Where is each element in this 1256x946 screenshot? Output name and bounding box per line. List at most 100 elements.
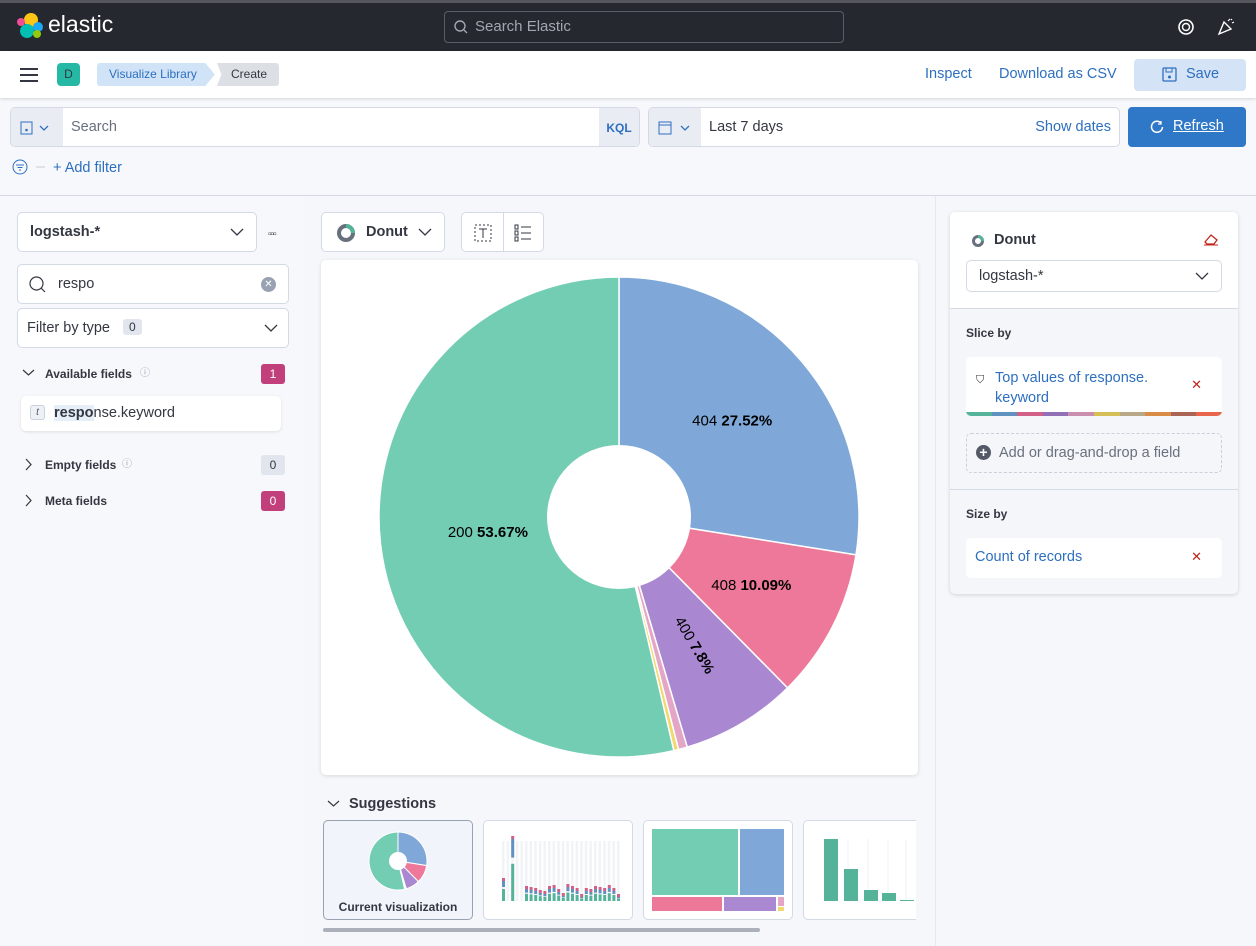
filter-count: 0 (123, 319, 142, 335)
empty-fields-toggle[interactable]: Empty fields ⓘ 0 (22, 455, 285, 475)
size-by-dimension[interactable]: Count of records ✕ (966, 538, 1222, 578)
suggestion-bar-stacked[interactable] (483, 820, 633, 920)
toolbar-group (461, 212, 544, 252)
slice-label: 200 53.67% (448, 524, 528, 541)
kql-toggle[interactable]: KQL (599, 108, 639, 146)
bar (598, 894, 602, 901)
bar (561, 896, 565, 898)
bar (598, 887, 602, 890)
field-item-response-keyword[interactable]: t response.keyword (21, 396, 281, 431)
add-field-dropzone[interactable]: + Add or drag-and-drop a field (966, 433, 1222, 473)
refresh-button[interactable]: Refresh (1128, 107, 1246, 147)
bar (580, 897, 584, 899)
treemap-cell (724, 897, 776, 911)
more-options-icon[interactable]: ▫▫▫ (268, 229, 277, 240)
global-search-input[interactable]: Search Elastic (444, 11, 844, 43)
suggestion-bar[interactable] (803, 820, 916, 920)
suggestion-current[interactable]: Current visualization (323, 820, 473, 920)
bar (525, 889, 528, 893)
group-label: Meta fields (45, 494, 108, 508)
show-dates-link[interactable]: Show dates (1035, 119, 1111, 135)
bar (534, 888, 538, 891)
suggestion-treemap[interactable] (643, 820, 793, 920)
palette-strip (966, 412, 1222, 416)
bar (561, 898, 565, 901)
bar (548, 886, 551, 889)
slice-by-dimension[interactable]: ⛉ Top values of response. keyword ✕ (966, 357, 1222, 416)
suggestions-title: Suggestions (349, 796, 437, 812)
space-avatar[interactable]: D (57, 63, 80, 86)
size-field-label: Count of records (975, 549, 1083, 565)
donut-hole (389, 852, 407, 870)
query-input[interactable]: Search (71, 119, 117, 135)
add-filter-button[interactable]: + Add filter (53, 160, 122, 176)
remove-icon[interactable]: ✕ (1191, 377, 1202, 393)
elastic-logo-icon[interactable] (16, 12, 44, 40)
bar (534, 891, 538, 894)
bar-thumbnail (824, 839, 914, 901)
bar (552, 885, 556, 888)
donut-chart[interactable]: 404 27.52%408 10.09%400 7.8%200 53.67% (321, 260, 918, 775)
bar (584, 895, 588, 901)
donut-icon (337, 224, 355, 242)
filter-by-type[interactable]: Filter by type 0 (17, 308, 289, 348)
bar (882, 893, 896, 901)
bar (543, 894, 547, 897)
palette-swatch (1170, 412, 1197, 416)
news-party-icon[interactable] (1216, 17, 1236, 37)
remove-icon[interactable]: ✕ (1191, 549, 1202, 565)
layer-index-pattern-select[interactable]: logstash-* (966, 260, 1222, 292)
available-fields-toggle[interactable]: Available fields ⓘ 1 (22, 364, 285, 384)
bar (612, 888, 616, 891)
bar (534, 895, 538, 901)
field-search-input[interactable]: respo ✕ (17, 264, 289, 304)
save-icon (1162, 67, 1177, 82)
bar (603, 895, 607, 901)
bar (594, 893, 597, 901)
palette-swatch (966, 412, 992, 416)
info-icon[interactable]: ⓘ (122, 455, 132, 470)
bar (571, 893, 574, 901)
text-labels-icon[interactable] (474, 224, 492, 242)
add-field-label: Add or drag-and-drop a field (999, 445, 1181, 461)
bar (575, 888, 579, 891)
field-name-rest: nse.keyword (93, 405, 175, 421)
drag-handle-icon[interactable]: ⛉ (976, 374, 984, 387)
meta-fields-toggle[interactable]: Meta fields 0 (22, 491, 285, 511)
bar (607, 888, 611, 892)
layer-index-label: logstash-* (979, 268, 1044, 284)
treemap-cell (652, 829, 738, 895)
bar (502, 881, 505, 887)
help-icon[interactable] (1177, 18, 1195, 36)
string-type-icon: t (30, 405, 45, 420)
chart-type-switcher[interactable]: Donut (321, 212, 445, 252)
suggestions-scrollbar[interactable] (323, 928, 760, 932)
donut-icon (972, 235, 984, 247)
bar (594, 889, 597, 893)
legend-icon[interactable] (514, 224, 532, 242)
save-button[interactable]: Save (1134, 59, 1246, 91)
inspect-link[interactable]: Inspect (925, 66, 972, 82)
quick-menu[interactable] (649, 108, 701, 146)
bar (584, 888, 588, 891)
bar (566, 887, 570, 892)
palette-swatch (1068, 412, 1094, 416)
clear-layer-icon[interactable] (1203, 232, 1219, 246)
date-picker[interactable]: Last 7 days Show dates (648, 107, 1120, 147)
chevron-down-icon (1195, 272, 1209, 280)
download-csv-link[interactable]: Download as CSV (999, 66, 1117, 82)
filter-menu-icon[interactable] (12, 159, 46, 177)
index-pattern-select[interactable]: logstash-* (17, 212, 257, 252)
bar (607, 893, 611, 901)
search-icon (29, 276, 46, 293)
bar (529, 887, 533, 890)
bar (594, 886, 597, 889)
slice-label: 404 27.52% (692, 412, 772, 429)
saved-query-menu[interactable] (11, 108, 63, 146)
info-icon[interactable]: ⓘ (140, 364, 150, 379)
menu-icon[interactable] (20, 68, 38, 82)
group-label: Empty fields (45, 458, 117, 472)
bar (561, 893, 565, 896)
clear-icon[interactable]: ✕ (261, 277, 276, 292)
breadcrumb-visualize-library[interactable]: Visualize Library (97, 63, 215, 86)
